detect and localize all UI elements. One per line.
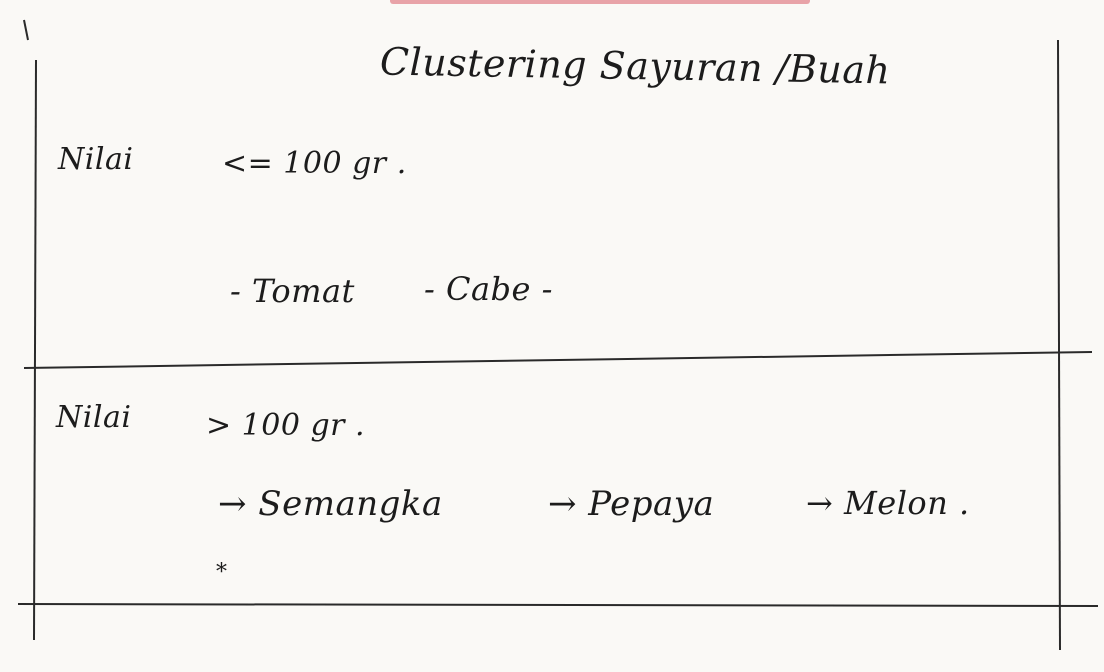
list-item-melon: → Melon .: [806, 484, 970, 522]
row-divider-line: [23, 351, 1093, 369]
left-corner-tick: [23, 19, 29, 41]
right-border-line: [1057, 39, 1061, 651]
list-item-tomat: - Tomat: [230, 272, 355, 310]
page-title: Clustering Sayuran /Buah: [379, 39, 891, 93]
list-item-cabe: - Cabe -: [424, 270, 553, 308]
row-label-small: Nilai: [58, 142, 134, 177]
rule-large: > 100 gr .: [206, 408, 366, 443]
list-item-semangka: → Semangka: [218, 484, 443, 524]
rule-small: <= 100 gr .: [222, 146, 407, 181]
list-item-pepaya: → Pepaya: [548, 484, 715, 524]
note-mark: *: [216, 560, 228, 585]
table-lines: [17, 19, 1099, 651]
bottom-border-line: [17, 603, 1099, 607]
left-border-line: [33, 59, 37, 641]
row-label-large: Nilai: [56, 400, 132, 435]
